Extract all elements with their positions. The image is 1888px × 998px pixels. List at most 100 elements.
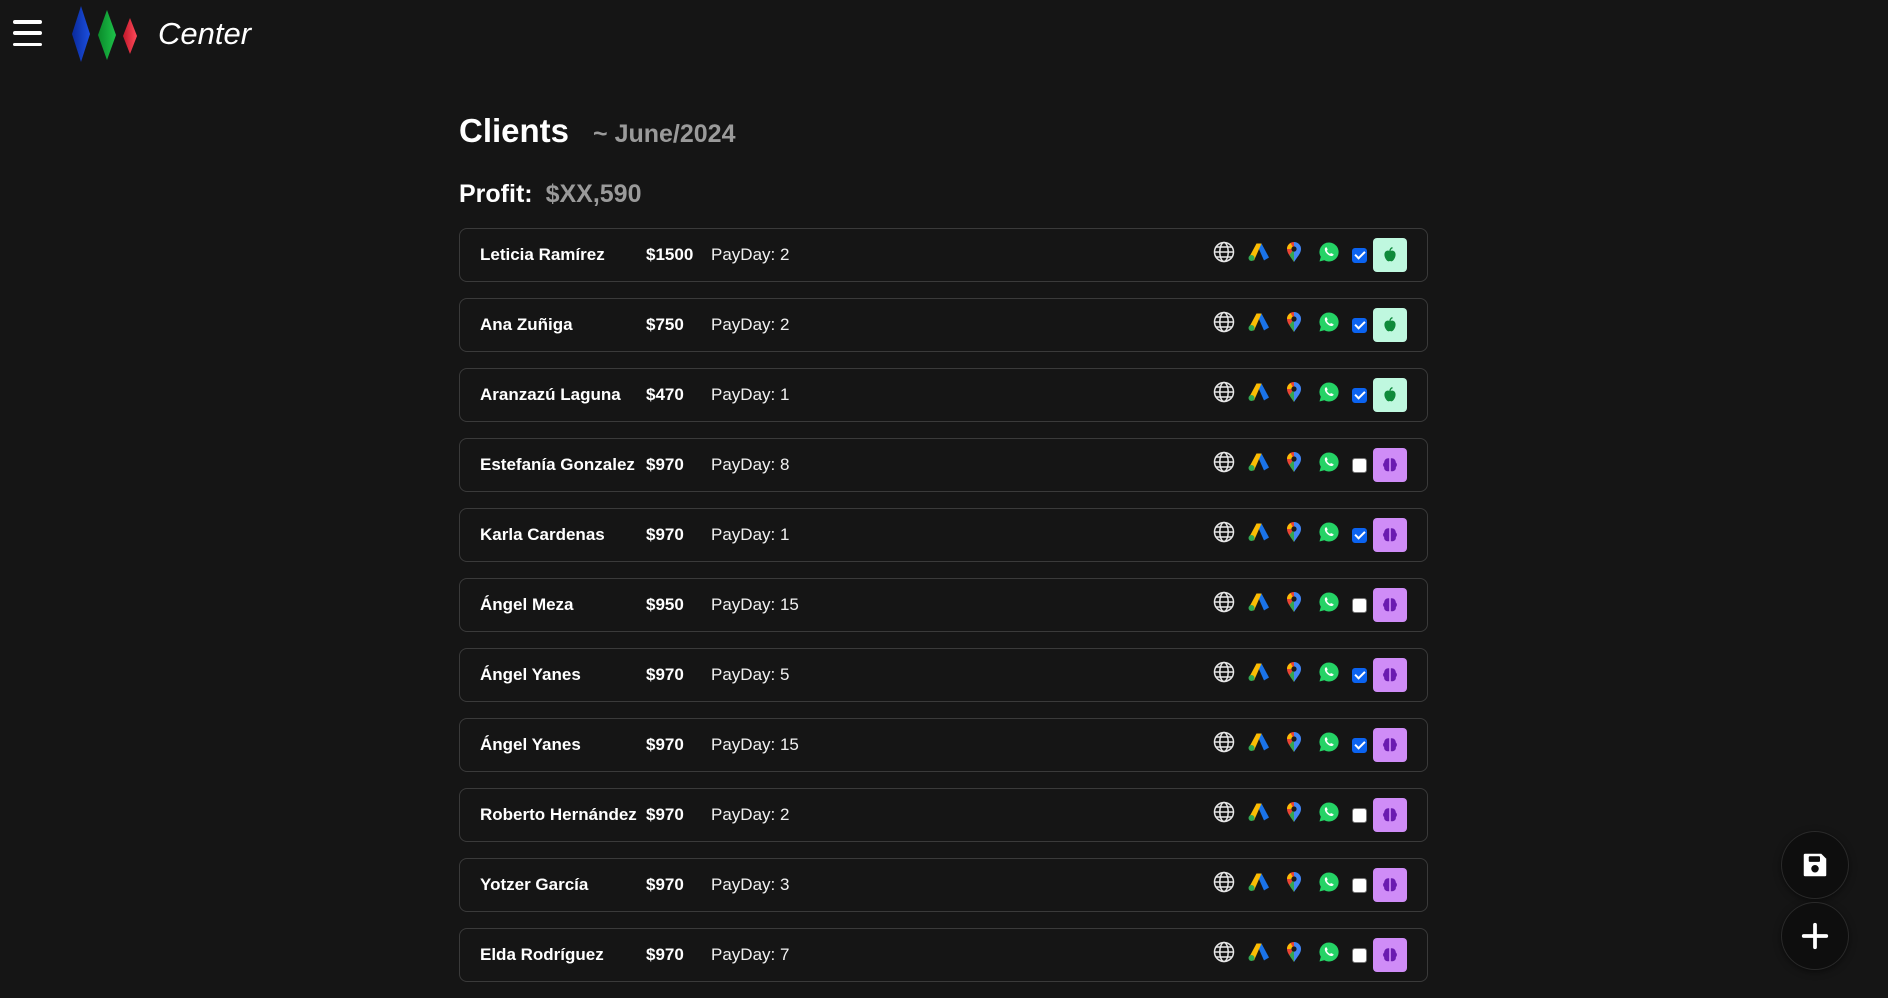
paid-checkbox[interactable] <box>1352 597 1367 613</box>
brain-icon <box>1383 598 1397 612</box>
whatsapp-icon[interactable] <box>1317 940 1341 964</box>
google-ads-icon[interactable] <box>1247 520 1271 544</box>
client-name: Elda Rodríguez <box>480 945 604 964</box>
google-maps-icon[interactable] <box>1282 660 1306 684</box>
client-row[interactable]: Karla Cardenas $970 PayDay: 1 <box>459 508 1428 562</box>
client-payday: PayDay: 2 <box>711 245 790 264</box>
whatsapp-icon[interactable] <box>1317 240 1341 264</box>
globe-icon[interactable] <box>1212 590 1236 614</box>
hamburger-menu-icon[interactable] <box>13 20 42 46</box>
globe-icon[interactable] <box>1212 660 1236 684</box>
brain-badge-button[interactable] <box>1373 448 1407 482</box>
brain-badge-button[interactable] <box>1373 798 1407 832</box>
paid-checkbox[interactable] <box>1352 807 1367 823</box>
paid-checkbox[interactable] <box>1352 737 1367 753</box>
globe-icon[interactable] <box>1212 940 1236 964</box>
client-payday: PayDay: 2 <box>711 315 790 334</box>
whatsapp-icon[interactable] <box>1317 870 1341 894</box>
client-actions <box>1201 299 1407 351</box>
brain-badge-button[interactable] <box>1373 588 1407 622</box>
google-ads-icon[interactable] <box>1247 870 1271 894</box>
paid-checkbox[interactable] <box>1352 667 1367 683</box>
whatsapp-icon[interactable] <box>1317 310 1341 334</box>
google-maps-icon[interactable] <box>1282 870 1306 894</box>
client-row[interactable]: Elda Rodríguez $970 PayDay: 7 <box>459 928 1428 982</box>
google-ads-icon[interactable] <box>1247 730 1271 754</box>
google-ads-icon[interactable] <box>1247 380 1271 404</box>
paid-checkbox[interactable] <box>1352 947 1367 963</box>
whatsapp-icon[interactable] <box>1317 800 1341 824</box>
paid-checkbox[interactable] <box>1352 247 1367 263</box>
google-ads-icon[interactable] <box>1247 800 1271 824</box>
whatsapp-icon[interactable] <box>1317 590 1341 614</box>
google-maps-icon[interactable] <box>1282 590 1306 614</box>
google-ads-icon[interactable] <box>1247 450 1271 474</box>
brain-badge-button[interactable] <box>1373 728 1407 762</box>
client-payday: PayDay: 5 <box>711 665 790 684</box>
google-maps-icon[interactable] <box>1282 800 1306 824</box>
brain-badge-button[interactable] <box>1373 868 1407 902</box>
client-row[interactable]: Aranzazú Laguna $470 PayDay: 1 <box>459 368 1428 422</box>
client-name: Ángel Yanes <box>480 735 581 754</box>
globe-icon[interactable] <box>1212 800 1236 824</box>
client-actions <box>1201 439 1407 491</box>
whatsapp-icon[interactable] <box>1317 730 1341 754</box>
globe-icon[interactable] <box>1212 870 1236 894</box>
google-maps-icon[interactable] <box>1282 240 1306 264</box>
paid-checkbox[interactable] <box>1352 457 1367 473</box>
client-amount: $750 <box>646 315 684 334</box>
brain-badge-button[interactable] <box>1373 518 1407 552</box>
google-ads-icon[interactable] <box>1247 590 1271 614</box>
paid-checkbox[interactable] <box>1352 877 1367 893</box>
client-actions <box>1201 719 1407 771</box>
whatsapp-icon[interactable] <box>1317 660 1341 684</box>
client-payday: PayDay: 7 <box>711 945 790 964</box>
whatsapp-icon[interactable] <box>1317 380 1341 404</box>
google-ads-icon[interactable] <box>1247 310 1271 334</box>
globe-icon[interactable] <box>1212 310 1236 334</box>
client-row[interactable]: Yotzer García $970 PayDay: 3 <box>459 858 1428 912</box>
whatsapp-icon[interactable] <box>1317 450 1341 474</box>
client-row[interactable]: Leticia Ramírez $1500 PayDay: 2 <box>459 228 1428 282</box>
google-maps-icon[interactable] <box>1282 940 1306 964</box>
google-maps-icon[interactable] <box>1282 450 1306 474</box>
save-button[interactable] <box>1782 832 1848 898</box>
plus-icon <box>1801 922 1829 950</box>
page-title: Clients <box>459 112 570 149</box>
brain-icon <box>1383 948 1397 962</box>
paid-checkbox[interactable] <box>1352 387 1367 403</box>
google-ads-icon[interactable] <box>1247 660 1271 684</box>
globe-icon[interactable] <box>1212 240 1236 264</box>
google-maps-icon[interactable] <box>1282 310 1306 334</box>
brain-badge-button[interactable] <box>1373 658 1407 692</box>
client-row[interactable]: Estefanía Gonzalez $970 PayDay: 8 <box>459 438 1428 492</box>
client-actions <box>1201 509 1407 561</box>
client-amount: $1500 <box>646 245 694 264</box>
client-amount: $970 <box>646 735 684 754</box>
google-maps-icon[interactable] <box>1282 730 1306 754</box>
google-maps-icon[interactable] <box>1282 520 1306 544</box>
brain-badge-button[interactable] <box>1373 938 1407 972</box>
google-ads-icon[interactable] <box>1247 940 1271 964</box>
whatsapp-icon[interactable] <box>1317 520 1341 544</box>
globe-icon[interactable] <box>1212 520 1236 544</box>
add-client-button[interactable] <box>1782 903 1848 969</box>
client-actions <box>1201 789 1407 841</box>
client-row[interactable]: Roberto Hernández $970 PayDay: 2 <box>459 788 1428 842</box>
apple-badge-button[interactable] <box>1373 378 1407 412</box>
paid-checkbox[interactable] <box>1352 317 1367 333</box>
client-row[interactable]: Ángel Yanes $970 PayDay: 15 <box>459 718 1428 772</box>
paid-checkbox[interactable] <box>1352 527 1367 543</box>
apple-badge-button[interactable] <box>1373 238 1407 272</box>
globe-icon[interactable] <box>1212 380 1236 404</box>
google-ads-icon[interactable] <box>1247 240 1271 264</box>
google-maps-icon[interactable] <box>1282 380 1306 404</box>
diamonds-logo <box>72 6 137 62</box>
client-row[interactable]: Ángel Meza $950 PayDay: 15 <box>459 578 1428 632</box>
client-row[interactable]: Ana Zuñiga $750 PayDay: 2 <box>459 298 1428 352</box>
app-brand: Center <box>158 16 252 51</box>
apple-badge-button[interactable] <box>1373 308 1407 342</box>
globe-icon[interactable] <box>1212 450 1236 474</box>
globe-icon[interactable] <box>1212 730 1236 754</box>
client-row[interactable]: Ángel Yanes $970 PayDay: 5 <box>459 648 1428 702</box>
